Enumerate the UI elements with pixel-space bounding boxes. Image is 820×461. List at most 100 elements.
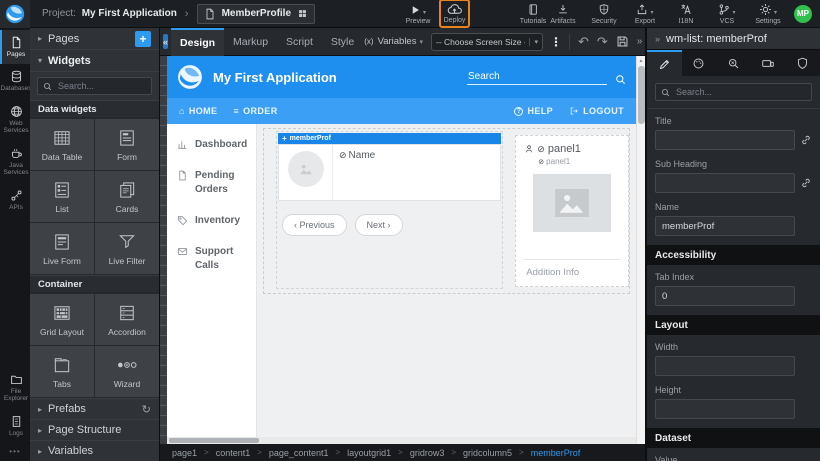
grid-column-list[interactable]: + memberProf [276, 131, 503, 289]
breadcrumb-item-layoutgrid1[interactable]: layoutgrid1 [347, 448, 391, 458]
sidebar-item-support-calls[interactable]: Support Calls [177, 245, 246, 273]
picture-placeholder[interactable] [288, 151, 324, 187]
prefabs-section-header[interactable]: ▸ Prefabs ↻ [30, 398, 159, 419]
title-input[interactable] [655, 130, 795, 150]
rail-item-web-services[interactable]: Web Services [0, 99, 30, 141]
widget-tile-cards[interactable]: Cards [95, 171, 159, 222]
undo-icon[interactable]: ↶ [578, 34, 589, 50]
pages-grid-icon[interactable] [297, 8, 308, 19]
panel-subheader[interactable]: ⊘ panel1 [538, 157, 620, 166]
rail-item-databases[interactable]: Databases [0, 64, 30, 98]
panel-image-placeholder[interactable] [533, 174, 611, 232]
collapse-left-panel-button[interactable]: « [163, 34, 168, 49]
widget-tile-grid-layout[interactable]: Grid Layout [30, 294, 94, 345]
wavemaker-logo[interactable] [0, 0, 30, 28]
list-widget-tag[interactable]: + memberProf [278, 133, 501, 144]
list-item-template[interactable]: ⊘ Name [278, 144, 501, 201]
list-item-name-cell[interactable]: ⊘ Name [333, 145, 500, 200]
vcs-button[interactable]: ▾ VCS [712, 3, 742, 25]
rail-item-java-services[interactable]: Java Services [0, 141, 30, 183]
i18n-button[interactable]: I18N [671, 3, 701, 25]
rail-item-pages[interactable]: Pages [0, 30, 30, 64]
tab-properties-styles[interactable] [682, 50, 717, 76]
width-input[interactable] [655, 356, 795, 376]
nav-logout[interactable]: LOGOUT [569, 106, 624, 116]
widget-tile-live-filter[interactable]: Live Filter [95, 223, 159, 274]
breadcrumb-item-page-content1[interactable]: page_content1 [269, 448, 329, 458]
tutorials-button[interactable]: Tutorials [518, 3, 548, 25]
widget-tile-accordion[interactable]: Accordion [95, 294, 159, 345]
scroll-up-icon[interactable]: ▲ [639, 56, 644, 66]
nav-home[interactable]: ⌂ HOME [179, 106, 217, 116]
sidebar-item-pending-orders[interactable]: Pending Orders [177, 169, 246, 197]
vscroll-thumb[interactable] [638, 66, 645, 124]
next-button[interactable]: Next › [355, 214, 403, 236]
design-canvas[interactable]: My First Application ⌂ HOME [167, 56, 636, 444]
breadcrumb-item-gridrow3[interactable]: gridrow3 [410, 448, 445, 458]
widget-search-input[interactable] [56, 80, 146, 92]
save-icon[interactable] [616, 35, 629, 48]
pages-section-header[interactable]: ▸ Pages + [30, 28, 159, 50]
properties-search[interactable] [655, 83, 812, 101]
screen-size-select[interactable]: -- Choose Screen Size -- ▾ [431, 33, 543, 51]
layout-grid-zone[interactable]: + memberProf [263, 128, 630, 294]
canvas-vertical-scrollbar[interactable]: ▲ [636, 56, 645, 444]
nav-order[interactable]: ≡ ORDER [233, 106, 277, 116]
widget-tile-live-form[interactable]: Live Form [30, 223, 94, 274]
tab-properties-edit[interactable] [647, 50, 682, 76]
panel-header[interactable]: ⊘ panel1 [524, 143, 620, 155]
settings-button[interactable]: ▾ Settings [753, 3, 783, 25]
tab-properties-devices[interactable] [751, 50, 786, 76]
rail-item-apis[interactable]: APIs [0, 183, 30, 217]
user-avatar[interactable]: MP [794, 5, 812, 23]
widget-tile-data-table[interactable]: Data Table [30, 119, 94, 170]
tab-markup[interactable]: Markup [224, 28, 277, 56]
breadcrumb-item-content1[interactable]: content1 [216, 448, 251, 458]
rail-item-file-explorer[interactable]: File Explorer [0, 367, 30, 409]
tab-style[interactable]: Style [322, 28, 363, 56]
widget-tile-form[interactable]: Form [95, 119, 159, 170]
name-input[interactable] [655, 216, 795, 236]
panel-widget[interactable]: ⊘ panel1 ⊘ panel1 [515, 135, 629, 287]
canvas-horizontal-scrollbar[interactable] [167, 437, 636, 444]
variables-section-header[interactable]: ▸ Variables [30, 440, 159, 461]
bind-link-icon[interactable] [800, 134, 812, 146]
sidebar-item-inventory[interactable]: Inventory [177, 214, 246, 228]
page-structure-section-header[interactable]: ▸ Page Structure [30, 419, 159, 440]
bind-link-icon[interactable] [800, 177, 812, 189]
breadcrumb-item-page1[interactable]: page1 [172, 448, 197, 458]
variables-dropdown[interactable]: (x) Variables ▾ [363, 36, 423, 47]
widget-tile-list[interactable]: List [30, 171, 94, 222]
subheading-input[interactable] [655, 173, 795, 193]
page-selector[interactable]: MemberProfile [197, 4, 315, 24]
sidebar-item-dashboard[interactable]: Dashboard [177, 138, 246, 152]
preview-button[interactable]: ▾ Preview [403, 3, 433, 25]
deploy-button[interactable]: Deploy [439, 0, 470, 28]
tab-design[interactable]: Design [171, 28, 224, 56]
export-button[interactable]: ▾ Export [630, 3, 660, 25]
tab-properties-events[interactable] [716, 50, 751, 76]
hscroll-thumb[interactable] [169, 438, 259, 443]
app-search-icon[interactable] [615, 74, 626, 85]
app-search-input[interactable] [467, 69, 607, 85]
tab-properties-security[interactable] [785, 50, 820, 76]
artifacts-button[interactable]: Artifacts [548, 3, 578, 25]
breadcrumb-item-gridcolumn5[interactable]: gridcolumn5 [463, 448, 512, 458]
add-page-button[interactable]: + [135, 31, 151, 47]
refresh-icon[interactable]: ↻ [142, 403, 151, 416]
previous-button[interactable]: ‹ Previous [282, 214, 347, 236]
properties-search-input[interactable] [674, 86, 806, 98]
widgets-section-header[interactable]: ▾ Widgets [30, 50, 159, 72]
nav-help[interactable]: ? HELP [514, 106, 553, 116]
breadcrumb-item-memberprof[interactable]: memberProf [531, 448, 581, 458]
collapse-properties-icon[interactable]: » [655, 34, 660, 44]
height-input[interactable] [655, 399, 795, 419]
more-options-kebab-icon[interactable]: ⋮ [550, 35, 562, 49]
rail-overflow-dots[interactable]: ••• [0, 443, 30, 461]
panel-footer[interactable]: Addition Info [524, 259, 620, 286]
collapse-right-panel-button[interactable]: » [637, 36, 643, 47]
widget-tile-tabs[interactable]: Tabs [30, 346, 94, 397]
app-search[interactable] [467, 69, 626, 85]
rail-item-logs[interactable]: Logs [0, 409, 30, 443]
redo-icon[interactable]: ↷ [597, 34, 608, 50]
